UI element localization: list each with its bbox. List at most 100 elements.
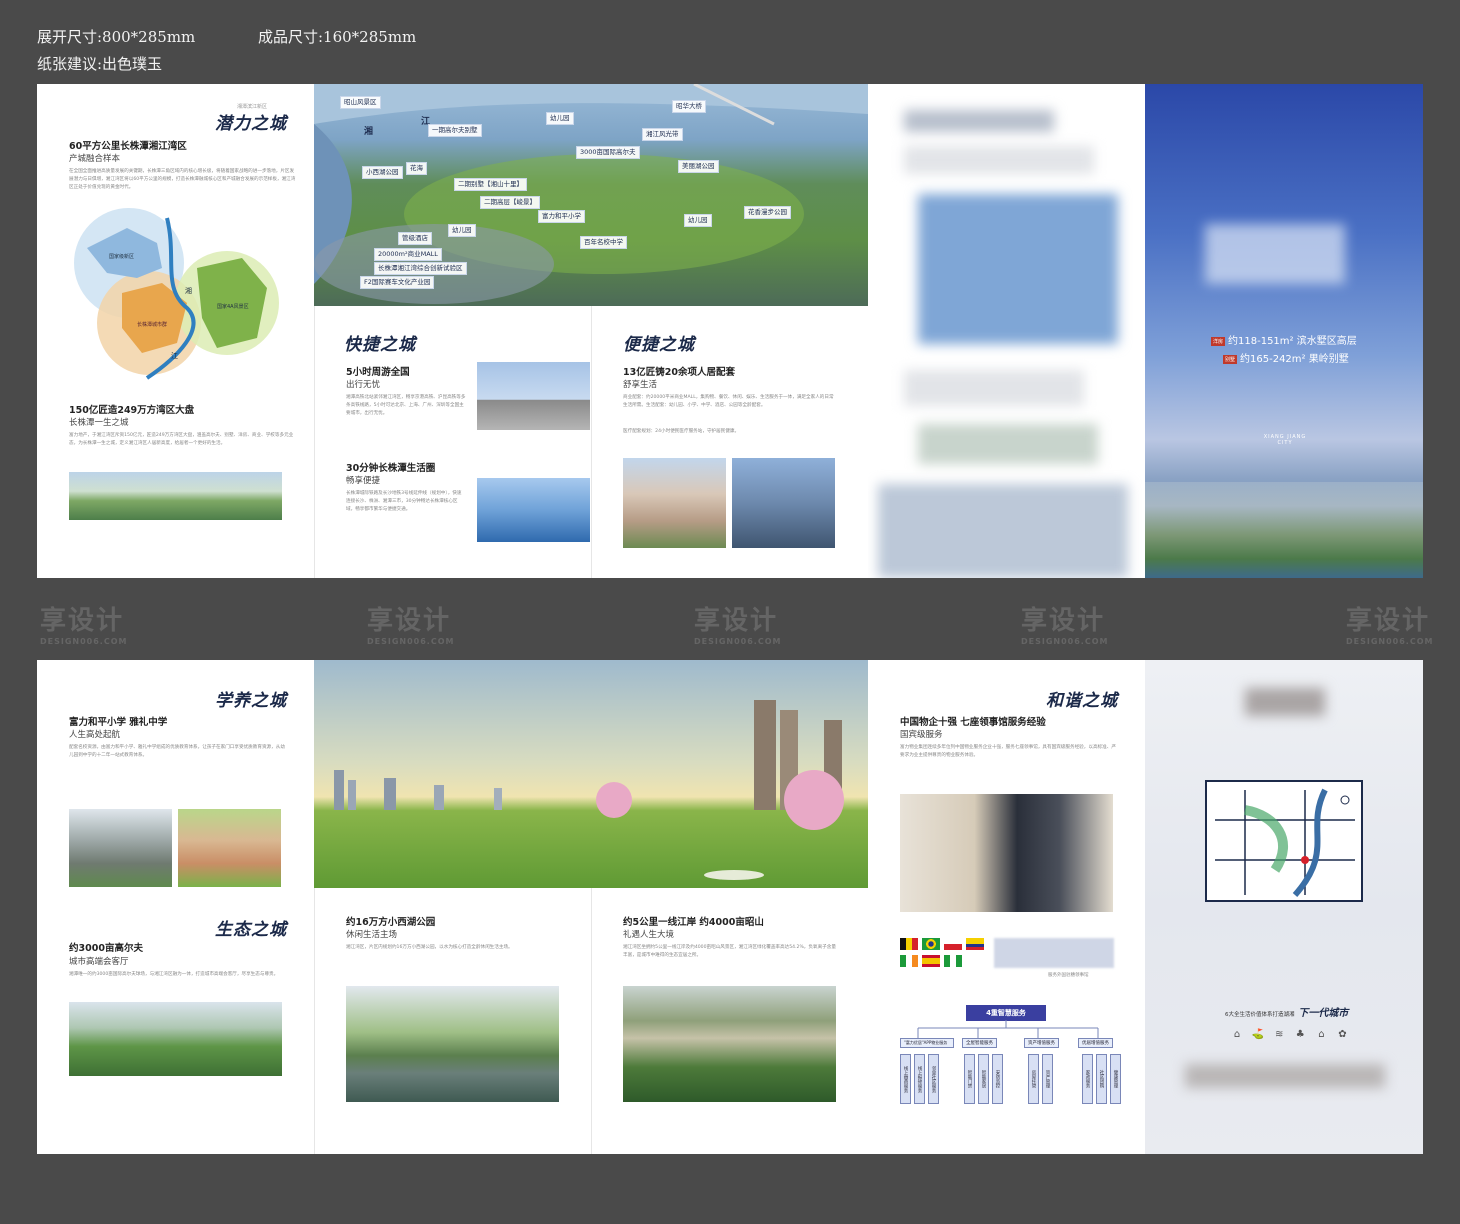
section-body: 配套名校资源，由富力和平小学、雅礼中学组成的优质教育体系，让孩子在家门口享受优质… <box>69 745 285 758</box>
blurred-map <box>918 194 1118 344</box>
golf-skyline-hero <box>314 660 868 888</box>
blurred-icons <box>918 424 1098 464</box>
section-title: 富力和平小学 雅礼中学 <box>69 717 168 728</box>
section-title-2: 150亿匠造249万方湾区大盘 <box>69 405 195 416</box>
panel-west-lake-park: 约16万方小西湖公园 休闲生活主场 湘江湾区，片区内规划约16万方小西湖公园，以… <box>314 888 591 1154</box>
section-subtitle: 人生高处起航 <box>69 730 121 740</box>
aerial-masterplan: 昭山风景区 湘 江 一期高尔夫别墅 幼儿园 湘江风光带 3000亩国际高尔夫 花… <box>314 84 868 306</box>
flower-icon: ✿ <box>1338 1029 1347 1040</box>
section-title-2: 30分钟长株潭生活圈 <box>346 463 436 474</box>
smart-service-title: 4重智慧服务 <box>966 1005 1046 1021</box>
aerial-label: 长株潭湘江湾综合创新试验区 <box>374 262 467 275</box>
aerial-label: 昭山风景区 <box>340 96 381 109</box>
tagline-text: 6大全生活价值体系打造湖湘 <box>1225 1012 1295 1018</box>
smart-item: 社区团购 <box>1096 1054 1107 1104</box>
watermark: 享设计 DESIGN006.COM <box>694 606 782 646</box>
school-icon: ⌂ <box>1318 1029 1325 1040</box>
product-badge: 洋房 <box>1211 336 1226 346</box>
paper-spec: 纸张建议:出色璞玉 <box>37 55 163 73</box>
section-title: 13亿匠铸20余项人居配套 <box>623 367 735 378</box>
flags-caption: 服务外国驻穗领事馆 <box>1048 973 1089 978</box>
tower-photo <box>732 458 835 548</box>
residential-photo <box>623 458 726 548</box>
section-subtitle: 休闲生活主场 <box>346 930 398 940</box>
smart-service-tree-lines <box>917 1020 1099 1038</box>
brand-title: 潜力之城 <box>215 114 287 134</box>
school-photo <box>69 809 172 887</box>
flag-brazil-icon <box>922 938 940 950</box>
smart-item: 邻里社区服务 <box>928 1054 939 1104</box>
bridge-photo <box>477 478 590 542</box>
aerial-label: 美丽湖公园 <box>678 160 719 173</box>
smart-item: 智能门禁 <box>964 1054 975 1104</box>
aerial-label: 花香漫步公园 <box>744 206 791 219</box>
value-icons: ⌂ ⛳ ≋ ♣ ⌂ ✿ <box>1229 1022 1350 1041</box>
product-line-text: 约118-151m² 滨水墅区高层 <box>1228 336 1357 347</box>
aerial-label: 幼儿园 <box>448 224 476 237</box>
brochure-bottom-sheet: 学养之城 富力和平小学 雅礼中学 人生高处起航 配套名校资源，由富力和平小学、雅… <box>37 660 1423 1154</box>
cover-product-line: 别墅 约165-242m² 果岭别墅 <box>1223 350 1349 365</box>
smart-item: 线上缴费服务 <box>900 1054 911 1104</box>
cover-product-line: 洋房 约118-151m² 滨水墅区高层 <box>1211 332 1357 347</box>
partner-logos <box>994 938 1114 968</box>
city-photo <box>69 472 282 520</box>
section-body: 富力物业集团连续多年位列中国物业服务企业十强，服务七座领事馆，具有国宾级服务经验… <box>900 745 1116 758</box>
blurred-logo <box>1205 224 1345 284</box>
section-body-2: 长株潭城际铁路及长沙地铁3号线延伸线（规划中），快速连接长沙、株洲、湘潭三市，3… <box>346 491 462 512</box>
blurred-text <box>904 370 1084 406</box>
section-subtitle: 礼遇人生大境 <box>623 930 675 940</box>
blurred-heading <box>904 110 1054 132</box>
blurred-text <box>904 146 1094 174</box>
aerial-label: 幼儿园 <box>546 112 574 125</box>
section-body: 商业配套：约20000平米商业MALL，集购物、餐饮、休闲、娱乐、生活服务于一体… <box>623 395 834 408</box>
map-label: 国家级新区 <box>109 253 134 260</box>
watermark: 享设计 DESIGN006.COM <box>367 606 455 646</box>
aerial-label: 3000亩国际高尔夫 <box>576 146 640 159</box>
section-subtitle-2: 畅享便捷 <box>346 476 381 486</box>
aerial-label: 富力和平小学 <box>538 210 585 223</box>
aerial-label: 小西湖公园 <box>362 166 403 179</box>
map-label: 湘 <box>185 286 192 295</box>
aerial-label: 湘江风光带 <box>642 128 683 141</box>
panel-location: 6大全生活价值体系打造湖湘 下一代城市 ⌂ ⛳ ≋ ♣ ⌂ ✿ <box>1145 660 1423 1154</box>
flag-nigeria-icon <box>944 955 962 967</box>
flag-belgium-icon <box>900 938 918 950</box>
section-subtitle: 产城融合样本 <box>69 154 121 164</box>
product-line-text: 约165-242m² 果岭别墅 <box>1240 354 1349 365</box>
tagline-brand: 下一代城市 <box>1298 1008 1349 1019</box>
watermark: 享设计 DESIGN006.COM <box>40 606 128 646</box>
panel-fast-city: 快捷之城 5小时周游全国 出行无忧 湘潭高铁北站紧邻湘江湾区，畅享京港高铁、沪昆… <box>314 306 591 578</box>
smart-head: 资产增值服务 <box>1024 1038 1059 1048</box>
brand-sup: 湘潭滨江新区 <box>237 104 268 110</box>
smart-item: 健康管理 <box>1110 1054 1121 1104</box>
aerial-label: 百年名校中学 <box>580 236 627 249</box>
smart-item: 安防监控 <box>992 1054 1003 1104</box>
watermark: 享设计 DESIGN006.COM <box>1346 606 1434 646</box>
park-photo <box>346 986 559 1102</box>
panel-convenient-city: 便捷之城 13亿匠铸20余项人居配套 舒享生活 商业配套：约20000平米商业M… <box>591 306 868 578</box>
panel-harmony-city: 和谐之城 中国物企十强 七座领事馆服务经验 国宾级服务 富力物业集团连续多年位列… <box>868 660 1145 1154</box>
map-label: 江 <box>171 352 178 360</box>
brand-title: 便捷之城 <box>623 335 695 355</box>
panel-cover: 洋房 约118-151m² 滨水墅区高层 别墅 约165-242m² 果岭别墅 XI… <box>1145 84 1423 578</box>
panel-river-mountain: 约5公里一线江岸 约4000亩昭山 礼遇人生大境 湘江湾区坐拥约5公里一线江岸及… <box>591 888 868 1154</box>
bridge-label: 昭华大桥 <box>672 100 706 113</box>
smart-item: 房屋托管 <box>1028 1054 1039 1104</box>
blurred-skyline <box>878 484 1128 578</box>
panel-education-city: 学养之城 富力和平小学 雅礼中学 人生高处起航 配套名校资源，由富力和平小学、雅… <box>37 660 314 1154</box>
section-title: 中国物企十强 七座领事馆服务经验 <box>900 717 1046 728</box>
aerial-label: 一期高尔夫别墅 <box>428 124 482 137</box>
panel-potential-city: 潜力之城 湘潭滨江新区 60平方公里长株潭湘江湾区 产城融合样本 在全国全面推进… <box>37 84 314 578</box>
golf-photo <box>69 1002 282 1076</box>
aerial-label: 二期别墅【湘山十里】 <box>454 178 527 191</box>
smart-item: 资产管理 <box>1042 1054 1053 1104</box>
section-body: 在全国全面推进高质量发展的关键期，长株潭三角区域内的核心增长极，将随着国家战略的… <box>69 169 296 190</box>
region-map: 国家级新区 湘 长株潭城市群 国家4A风景区 江 <box>74 208 279 380</box>
aerial-label: 20000m²商业MALL <box>374 248 442 261</box>
blurred-logo <box>1245 688 1325 716</box>
cover-logo: XIANG JIANG CITY <box>1263 434 1307 446</box>
brand-title: 学养之城 <box>215 691 287 711</box>
location-map <box>1205 780 1363 902</box>
station-photo <box>477 362 590 430</box>
blurred-contact <box>1185 1064 1385 1088</box>
